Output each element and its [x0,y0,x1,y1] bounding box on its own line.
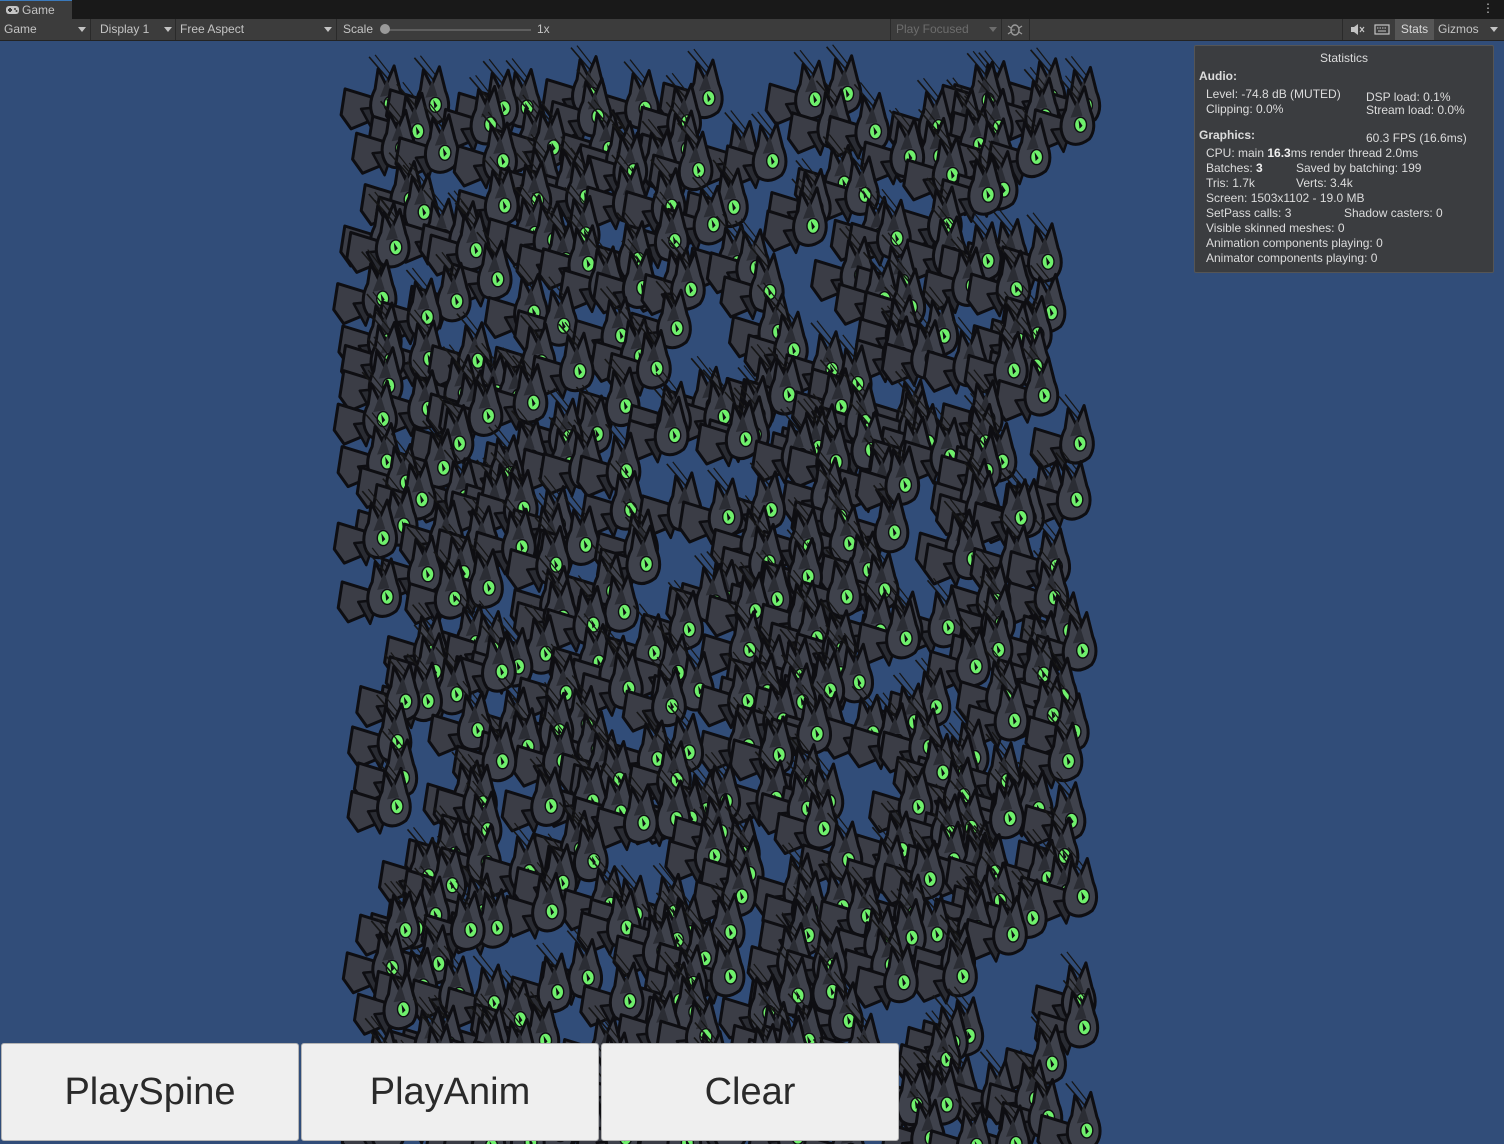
play-anim-button[interactable]: PlayAnim [301,1043,599,1141]
display-label: Display 1 [100,22,150,36]
aspect-dropdown[interactable]: Free Aspect [180,19,244,40]
keyboard-icon [1374,24,1390,35]
frame-debugger-button[interactable] [1003,19,1029,40]
audio-header: Audio: [1199,69,1237,83]
play-mode-chevron-down-icon [989,27,997,32]
graphics-setpass: SetPass calls: 3 [1206,206,1292,220]
speaker-muted-icon [1351,24,1365,35]
game-view-toolbar: Game Display 1 Free Aspect Scale 1x Play… [0,19,1504,41]
scale-slider-track[interactable] [385,29,531,31]
clear-button[interactable]: Clear [601,1043,899,1141]
scale-slider-handle[interactable] [380,24,390,34]
graphics-fps: 60.3 FPS (16.6ms) [1366,131,1467,145]
display-chevron-down-icon [164,27,172,32]
editor-tab-bar: Game ⋮ [0,0,1504,19]
graphics-animator-components: Animator components playing: 0 [1206,251,1378,265]
gizmos-chevron-down-icon [1490,27,1498,32]
graphics-tris: Tris: 1.7k [1206,176,1255,190]
graphics-screen: Screen: 1503x1102 - 19.0 MB [1206,191,1365,205]
graphics-batches: Batches: 3 [1206,161,1263,175]
tab-game[interactable]: Game [0,0,72,19]
scale-label: Scale [343,22,374,36]
play-anim-label: PlayAnim [369,1071,531,1113]
graphics-cpu: CPU: main 16.3ms render thread 2.0ms [1206,146,1418,160]
display-dropdown[interactable]: Display 1 [100,19,149,40]
stats-toggle-label: Stats [1400,22,1429,36]
audio-clipping: Clipping: 0.0% [1206,102,1284,116]
play-mode-dropdown[interactable]: Play Focused [896,19,969,40]
statistics-title: Statistics [1319,51,1368,65]
graphics-saved-by-batching: Saved by batching: 199 [1296,161,1422,175]
gizmos-label: Gizmos [1438,22,1479,36]
audio-level: Level: -74.8 dB (MUTED) [1206,87,1341,101]
cpu-main-value: 16.3 [1267,146,1291,160]
graphics-skinned-meshes: Visible skinned meshes: 0 [1206,221,1345,235]
tab-game-label: Game [22,3,55,17]
audio-dsp-load: DSP load: 0.1% [1366,90,1451,104]
play-mode-label: Play Focused [896,22,969,36]
gamepad-icon [6,6,19,14]
cpu-prefix: CPU: main [1206,146,1268,160]
game-viewport[interactable]: Statistics Audio: Level: -74.8 dB (MUTED… [0,41,1504,1144]
stats-toggle-button[interactable]: Stats [1395,19,1434,40]
aspect-chevron-down-icon [324,27,332,32]
graphics-header: Graphics: [1199,128,1256,142]
cpu-suffix: ms render thread 2.0ms [1290,146,1419,160]
scale-value: 1x [537,22,550,36]
keyboard-shortcuts-button[interactable] [1369,19,1395,40]
audio-stream-load: Stream load: 0.0% [1366,103,1465,117]
mute-audio-button[interactable] [1343,19,1369,40]
batches-prefix: Batches: [1206,161,1257,175]
view-mode-chevron-down-icon [78,27,86,32]
more-options-icon[interactable]: ⋮ [1482,2,1494,14]
graphics-shadow-casters: Shadow casters: 0 [1344,206,1443,220]
play-spine-label: PlaySpine [64,1071,236,1113]
play-spine-button[interactable]: PlaySpine [1,1043,299,1141]
graphics-verts: Verts: 3.4k [1296,176,1353,190]
batches-value: 3 [1256,161,1263,175]
clear-label: Clear [704,1071,796,1113]
view-mode-dropdown[interactable]: Game [4,19,37,40]
gizmos-button[interactable]: Gizmos [1438,19,1479,40]
aspect-label: Free Aspect [180,22,245,36]
bug-icon [1007,24,1023,36]
graphics-animation-components: Animation components playing: 0 [1206,236,1383,250]
statistics-panel: Statistics Audio: Level: -74.8 dB (MUTED… [1194,45,1494,273]
view-mode-label: Game [4,22,37,36]
